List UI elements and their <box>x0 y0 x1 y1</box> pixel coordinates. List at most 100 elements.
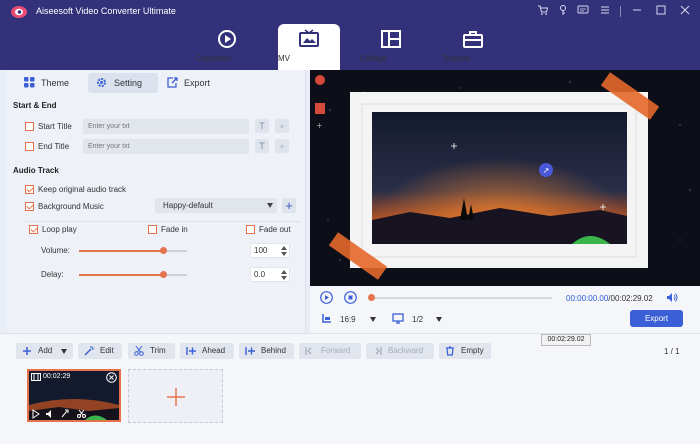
subtab-setting-label: Setting <box>114 78 143 88</box>
delay-input[interactable]: 0.0 <box>250 267 290 282</box>
fade-out-checkbox[interactable] <box>246 225 255 234</box>
svg-text:+: + <box>316 121 323 130</box>
add-clip-button[interactable] <box>128 369 223 423</box>
backward-button[interactable]: Backward <box>366 343 434 359</box>
start-end-heading: Start & End <box>13 101 57 110</box>
video-preview[interactable]: + ↗ <box>310 70 700 286</box>
keep-original-label: Keep original audio track <box>38 185 127 194</box>
progress-bar[interactable] <box>372 297 552 299</box>
play-icon <box>320 291 333 304</box>
volume-value: 100 <box>254 246 268 255</box>
gear-icon <box>97 78 106 87</box>
film-icon <box>31 373 41 381</box>
delay-label: Delay: <box>41 270 64 279</box>
page-value[interactable]: 1/2 <box>412 315 423 324</box>
timecode: 00:00:00.00/00:02:29.02 <box>566 294 653 303</box>
subtab-setting[interactable]: Setting <box>88 73 158 93</box>
minimize-icon[interactable] <box>630 4 644 18</box>
audio-track-heading: Audio Track <box>13 166 59 175</box>
progress-handle[interactable] <box>368 294 375 301</box>
delay-slider-thumb[interactable] <box>160 271 167 278</box>
empty-button[interactable]: Empty <box>439 343 491 359</box>
background-music-checkbox[interactable] <box>25 202 34 211</box>
tab-collage-label: Collage <box>360 54 388 63</box>
settings-panel: Theme Setting Export Start & End Start T… <box>7 70 306 333</box>
chevron-down-icon <box>267 203 273 208</box>
stop-icon <box>344 291 357 304</box>
music-select[interactable]: Happy-default <box>155 198 277 213</box>
volume-slider-thumb[interactable] <box>160 247 167 254</box>
fade-out-label: Fade out <box>259 225 291 234</box>
ahead-icon <box>186 347 196 355</box>
export-icon <box>167 77 178 88</box>
subtab-theme[interactable]: Theme <box>24 73 84 93</box>
music-select-value: Happy-default <box>163 201 213 210</box>
background-music-label: Background Music <box>38 202 104 211</box>
aspect-ratio-dropdown-icon[interactable] <box>370 317 376 322</box>
end-title-label: End Title <box>38 142 70 151</box>
svg-text:↗: ↗ <box>543 166 550 175</box>
start-title-checkbox[interactable] <box>25 122 34 131</box>
clip-duration: 00:02:29 <box>43 373 71 380</box>
preview-scene: + ↗ <box>310 70 700 286</box>
start-title-font-button[interactable]: T <box>255 119 269 133</box>
add-music-button[interactable]: + <box>282 198 296 213</box>
behind-label: Behind <box>261 346 286 355</box>
menu-icon[interactable] <box>598 4 612 18</box>
start-title-input[interactable] <box>83 119 249 134</box>
behind-button[interactable]: Behind <box>239 343 294 359</box>
ahead-label: Ahead <box>202 346 226 355</box>
stop-button[interactable] <box>344 291 357 306</box>
close-icon[interactable] <box>678 4 692 18</box>
app-logo-icon <box>11 6 27 18</box>
add-label: Add <box>38 346 53 355</box>
end-title-edit-button[interactable]: ▫ <box>275 139 289 153</box>
chat-icon[interactable] <box>576 4 590 18</box>
start-title-label: Start Title <box>38 122 72 131</box>
fade-in-checkbox[interactable] <box>148 225 157 234</box>
forward-button[interactable]: Forward <box>299 343 361 359</box>
delay-spinner-icon[interactable] <box>281 269 287 281</box>
aspect-ratio-value[interactable]: 16:9 <box>340 315 356 324</box>
trim-button[interactable]: Trim <box>128 343 175 359</box>
add-button[interactable]: Add <box>16 343 73 359</box>
grid-icon <box>24 77 35 88</box>
volume-slider[interactable] <box>79 247 187 254</box>
page-dropdown-icon[interactable] <box>436 317 442 322</box>
volume-spinner-icon[interactable] <box>281 245 287 257</box>
play-button[interactable] <box>320 291 333 306</box>
tab-toolbox[interactable]: Toolbox <box>442 24 504 70</box>
volume-input[interactable]: 100 <box>250 243 290 258</box>
volume-label: Volume: <box>41 246 70 255</box>
aspect-ratio-icon <box>321 313 332 326</box>
loop-play-checkbox[interactable] <box>29 225 38 234</box>
volume-button[interactable] <box>666 292 678 305</box>
key-icon[interactable] <box>556 4 570 18</box>
subtab-theme-label: Theme <box>41 78 70 88</box>
tab-collage[interactable]: Collage <box>360 24 422 70</box>
end-title-input[interactable] <box>83 139 249 154</box>
maximize-icon[interactable] <box>654 4 668 18</box>
start-title-edit-button[interactable]: ▫ <box>275 119 289 133</box>
subtab-bar: Theme Setting Export <box>7 73 306 93</box>
remove-clip-icon[interactable] <box>106 372 117 383</box>
scissors-icon <box>134 346 144 356</box>
tab-converter[interactable]: Converter <box>196 24 258 70</box>
video-clip[interactable]: 00:02:29 <box>27 369 121 422</box>
current-time: 00:00:00.00 <box>566 294 609 303</box>
keep-original-checkbox[interactable] <box>25 185 34 194</box>
cart-icon[interactable] <box>536 4 550 18</box>
converter-icon <box>218 30 236 48</box>
end-title-font-button[interactable]: T <box>255 139 269 153</box>
export-button[interactable]: Export <box>630 310 683 327</box>
end-title-checkbox[interactable] <box>25 142 34 151</box>
ahead-button[interactable]: Ahead <box>180 343 234 359</box>
delay-slider[interactable] <box>79 271 187 278</box>
player-controls: 00:00:00.00/00:02:29.02 16:9 1/2 Export <box>310 286 700 333</box>
edit-button[interactable]: Edit <box>78 343 122 359</box>
backward-icon <box>375 347 382 355</box>
volume-slider-fill <box>79 250 163 252</box>
tab-mv[interactable]: MV <box>278 24 340 70</box>
add-dropdown-icon[interactable] <box>61 349 67 354</box>
subtab-export[interactable]: Export <box>167 73 227 93</box>
